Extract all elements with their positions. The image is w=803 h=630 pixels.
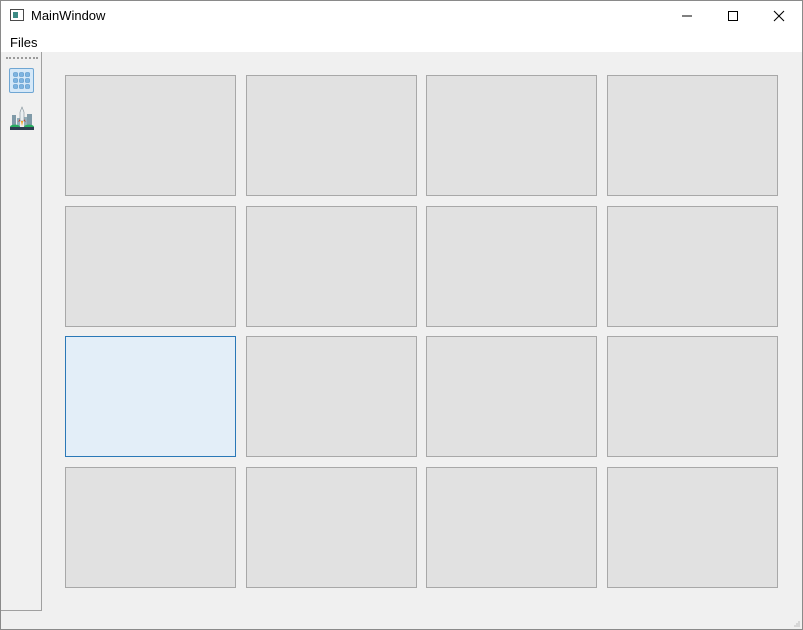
grid-tile[interactable] <box>607 75 778 196</box>
grid-tile[interactable] <box>246 467 417 588</box>
grid-tile[interactable] <box>246 336 417 457</box>
side-toolbar <box>1 52 42 611</box>
grid-tile[interactable] <box>426 336 597 457</box>
title-bar[interactable]: MainWindow <box>1 1 802 31</box>
window-title: MainWindow <box>31 8 106 23</box>
city-launch-button[interactable] <box>9 105 34 130</box>
minimize-button[interactable] <box>664 1 710 31</box>
grid-tile[interactable] <box>426 75 597 196</box>
grid-tile[interactable] <box>65 75 236 196</box>
minimize-icon <box>682 15 692 17</box>
menu-files[interactable]: Files <box>10 35 37 50</box>
grid-view-button[interactable] <box>9 68 34 93</box>
city-launch-icon <box>10 105 34 130</box>
resize-grip-icon[interactable] <box>794 621 800 627</box>
grid-tile[interactable] <box>426 467 597 588</box>
grid-tile[interactable] <box>426 206 597 327</box>
close-icon <box>773 10 785 22</box>
grid-tile[interactable] <box>65 336 236 457</box>
maximize-button[interactable] <box>710 1 756 31</box>
grid-tile[interactable] <box>246 75 417 196</box>
grid-tile[interactable] <box>65 206 236 327</box>
menu-bar: Files <box>1 31 802 52</box>
grid-tile[interactable] <box>246 206 417 327</box>
grid-tile[interactable] <box>607 206 778 327</box>
app-icon <box>10 9 24 21</box>
maximize-icon <box>728 11 738 21</box>
grid-view-icon <box>13 72 30 89</box>
main-window: MainWindow Files <box>0 0 803 630</box>
grid-tile[interactable] <box>607 336 778 457</box>
grid-tile[interactable] <box>607 467 778 588</box>
close-button[interactable] <box>756 1 802 31</box>
toolbar-grip[interactable] <box>6 57 38 60</box>
grid-tile[interactable] <box>65 467 236 588</box>
